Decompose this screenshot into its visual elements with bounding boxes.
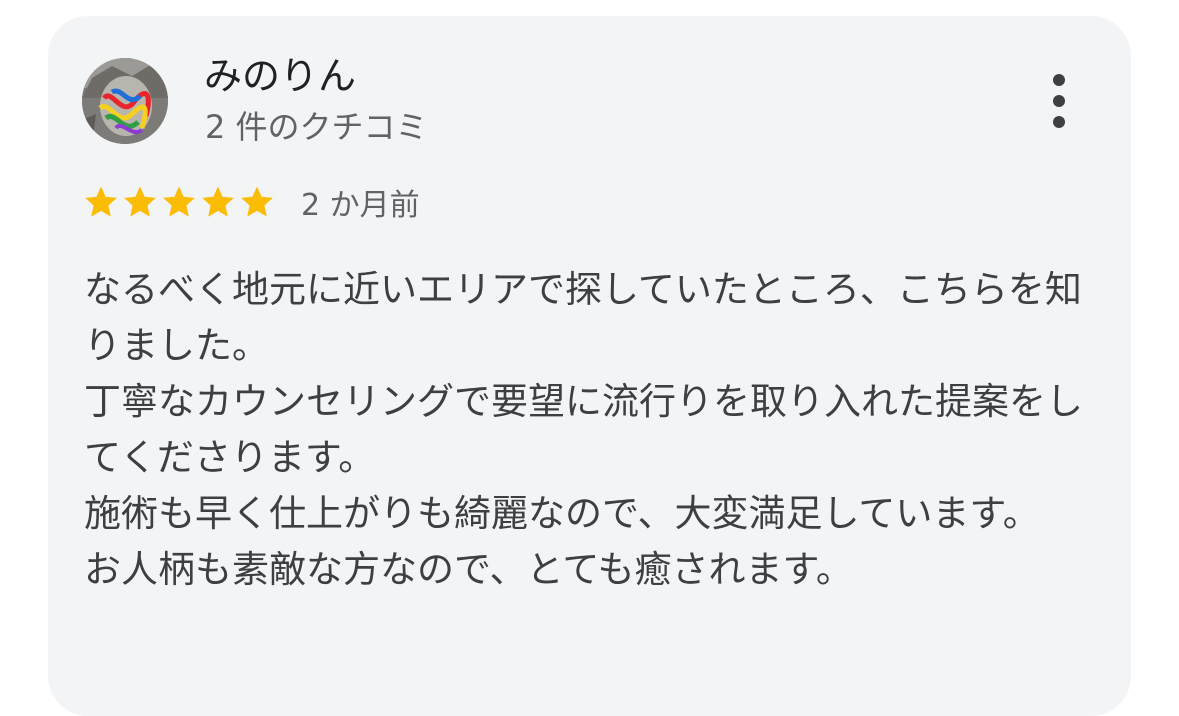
more-vert-icon-dot [1053, 95, 1065, 107]
review-card: みのりん 2 件のクチコミ 2 か月前 なるべく地元に近いエリアで探していたとこ… [48, 16, 1131, 716]
review-paragraph: 施術も早く仕上がりも綺麗なので、大変満足しています。 [84, 492, 1040, 535]
more-vert-icon-dot [1053, 74, 1065, 86]
star-icon [163, 186, 195, 217]
reviewer-review-count[interactable]: 2 件のクチコミ [205, 106, 428, 148]
star-icon [202, 186, 234, 217]
star-icon [85, 186, 117, 217]
star-icon [241, 186, 273, 217]
more-options-button[interactable] [1036, 68, 1082, 134]
star-icon [124, 186, 156, 217]
star-rating [82, 183, 277, 221]
review-paragraph: 丁寧なカウンセリングで要望に流行りを取り入れた提案をしてくださります。 [84, 380, 1083, 479]
review-date: 2 か月前 [301, 188, 420, 223]
review-text: なるべく地元に近いエリアで探していたところ、こちらを知りました。 丁寧なカウンセリ… [84, 262, 1094, 598]
reviewer-name[interactable]: みのりん [204, 52, 356, 100]
review-paragraph: なるべく地元に近いエリアで探していたところ、こちらを知りました。 [84, 268, 1082, 367]
reviewer-avatar[interactable] [82, 58, 168, 144]
avatar-photo-icon [82, 58, 168, 144]
review-paragraph: お人柄も素敵な方なので、とても癒されます。 [84, 548, 853, 591]
more-vert-icon-dot [1053, 116, 1065, 128]
rating-row: 2 か月前 [82, 180, 420, 224]
